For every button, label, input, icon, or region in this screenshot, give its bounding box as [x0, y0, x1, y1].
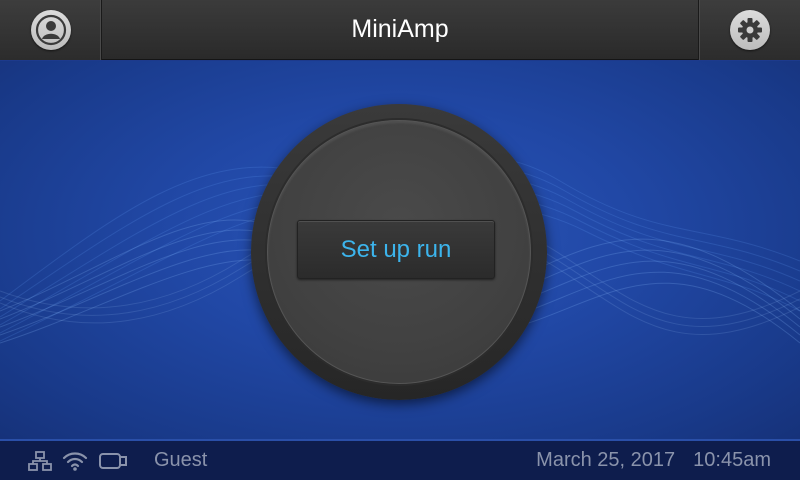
wifi-icon: [62, 451, 88, 471]
usb-drive-icon: [98, 451, 128, 471]
user-label: Guest: [154, 449, 208, 471]
app-title: MiniAmp: [351, 15, 449, 43]
header-bar: MiniAmp: [0, 0, 800, 60]
setup-run-button[interactable]: Set up run: [297, 220, 495, 279]
settings-button[interactable]: [698, 0, 800, 60]
user-profile-button[interactable]: [0, 0, 102, 60]
gear-icon: [729, 10, 770, 50]
network-icon: [28, 450, 52, 471]
status-bar: Guest March 25, 2017 10:45am: [0, 439, 800, 480]
user-profile-icon: [30, 10, 71, 50]
date-label: March 25, 2017: [536, 449, 676, 471]
main-area: Set up run: [0, 61, 800, 439]
time-label: 10:45am: [693, 449, 771, 471]
